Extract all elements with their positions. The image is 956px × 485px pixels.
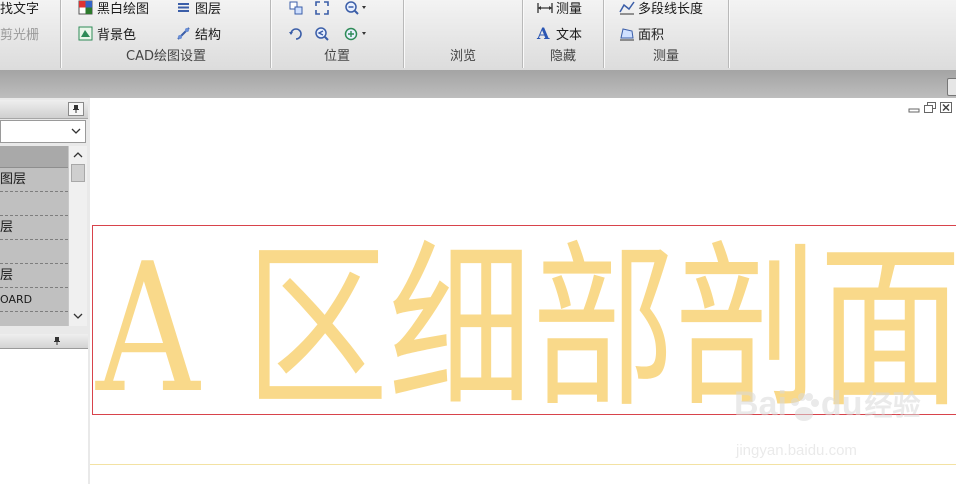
watermark-brand: Bai xyxy=(734,385,787,423)
measure-group-label: 测量 xyxy=(652,49,679,64)
area-label: 面积 xyxy=(638,27,665,43)
restore-icon[interactable] xyxy=(924,102,936,113)
cad-settings-group-label: CAD绘图设置 xyxy=(126,49,206,64)
area-button[interactable]: 面积 xyxy=(619,23,664,43)
list-item[interactable]: 图层 xyxy=(0,168,68,192)
window-zoom-icon xyxy=(289,1,303,15)
layer-list: 图层 层 层 OARD xyxy=(0,146,68,326)
polyline-length-icon xyxy=(619,0,635,15)
text-a-icon: A xyxy=(537,23,550,43)
baidu-watermark: Bai du 经验 jingyan.baidu.com xyxy=(734,384,934,464)
hide-group-label: 隐藏 xyxy=(549,49,576,64)
list-item[interactable]: 层 xyxy=(0,216,68,240)
toolbar-strip xyxy=(0,70,956,98)
list-item[interactable] xyxy=(0,240,68,264)
drawing-line xyxy=(90,464,956,465)
group-separator xyxy=(60,0,61,68)
position-group-label: 位置 xyxy=(323,49,350,64)
document-window-controls xyxy=(908,102,952,113)
hide-measure-label: 测量 xyxy=(556,1,583,17)
hide-measure-button[interactable]: 测量 xyxy=(537,0,582,17)
polyline-length-button[interactable]: 多段线长度 xyxy=(619,0,703,17)
zoom-previous-icon xyxy=(315,27,329,41)
background-color-button[interactable]: 背景色 xyxy=(78,23,136,43)
layer-panel-titlebar xyxy=(0,100,88,119)
layer-name: 层 xyxy=(0,220,14,235)
zoom-previous-button[interactable] xyxy=(312,24,332,44)
background-color-icon xyxy=(78,26,93,41)
watermark-brand-tail: du xyxy=(820,385,863,423)
rotate-view-icon xyxy=(289,28,302,40)
hide-text-button[interactable]: A 文本 xyxy=(537,23,582,43)
pin-icon[interactable] xyxy=(68,102,84,116)
paw-icon xyxy=(790,393,819,421)
layer-panel: 图层 层 层 OARD xyxy=(0,98,90,485)
clip-raster-label: 剪光栅 xyxy=(0,27,40,43)
dimension-icon xyxy=(537,0,553,15)
layers-button[interactable]: 图层 xyxy=(176,0,221,17)
layer-name: 层 xyxy=(0,268,14,283)
structure-icon xyxy=(176,26,191,41)
list-item[interactable]: 层 xyxy=(0,264,68,288)
watermark-suffix: 经验 xyxy=(864,390,921,421)
ribbon-options-button[interactable] xyxy=(947,78,956,96)
group-separator xyxy=(728,0,729,68)
properties-panel xyxy=(0,348,88,485)
chevron-down-icon xyxy=(71,128,81,134)
browse-group-label: 浏览 xyxy=(449,49,476,64)
pin-icon[interactable] xyxy=(50,335,64,347)
layer-list-scrollbar[interactable] xyxy=(68,146,87,326)
layer-list-header xyxy=(0,146,68,168)
list-item[interactable] xyxy=(0,192,68,216)
black-white-icon xyxy=(78,0,93,15)
polyline-length-label: 多段线长度 xyxy=(638,1,704,17)
fit-view-icon xyxy=(315,1,329,15)
layer-name: 图层 xyxy=(0,172,27,187)
zoom-out-dropdown[interactable] xyxy=(342,0,370,18)
pan-dropdown[interactable] xyxy=(342,24,370,44)
hide-text-label: 文本 xyxy=(556,27,583,43)
layer-filter-select[interactable] xyxy=(0,120,86,143)
list-item[interactable]: OARD xyxy=(0,288,68,312)
find-text-button[interactable]: 找文字 xyxy=(0,0,39,17)
chevron-up-icon[interactable] xyxy=(73,151,83,159)
structure-button[interactable]: 结构 xyxy=(176,23,221,43)
rotate-view-button[interactable] xyxy=(286,24,306,44)
layers-label: 图层 xyxy=(195,1,222,17)
zoom-out-icon xyxy=(345,1,366,15)
window-zoom-button[interactable] xyxy=(286,0,306,18)
chevron-down-icon[interactable] xyxy=(73,312,83,320)
minimize-icon[interactable] xyxy=(908,102,920,113)
pan-icon xyxy=(344,27,366,41)
scrollbar-thumb[interactable] xyxy=(71,164,85,182)
find-text-label: 找文字 xyxy=(0,1,40,17)
structure-label: 结构 xyxy=(195,27,222,43)
black-white-label: 黑白绘图 xyxy=(97,1,150,17)
layer-name: OARD xyxy=(0,293,33,306)
area-icon xyxy=(619,26,634,41)
black-white-draw-button[interactable]: 黑白绘图 xyxy=(78,0,149,17)
background-color-label: 背景色 xyxy=(97,27,137,43)
fit-view-button[interactable] xyxy=(312,0,332,18)
close-icon[interactable] xyxy=(940,102,952,113)
layers-icon xyxy=(176,0,191,15)
ribbon: 找文字 剪光栅 黑白绘图 背景色 图层 结构 CAD绘图设置 位置 浏览 测量 … xyxy=(0,0,956,70)
watermark-url: jingyan.baidu.com xyxy=(736,442,857,459)
clip-raster-button[interactable]: 剪光栅 xyxy=(0,23,39,43)
